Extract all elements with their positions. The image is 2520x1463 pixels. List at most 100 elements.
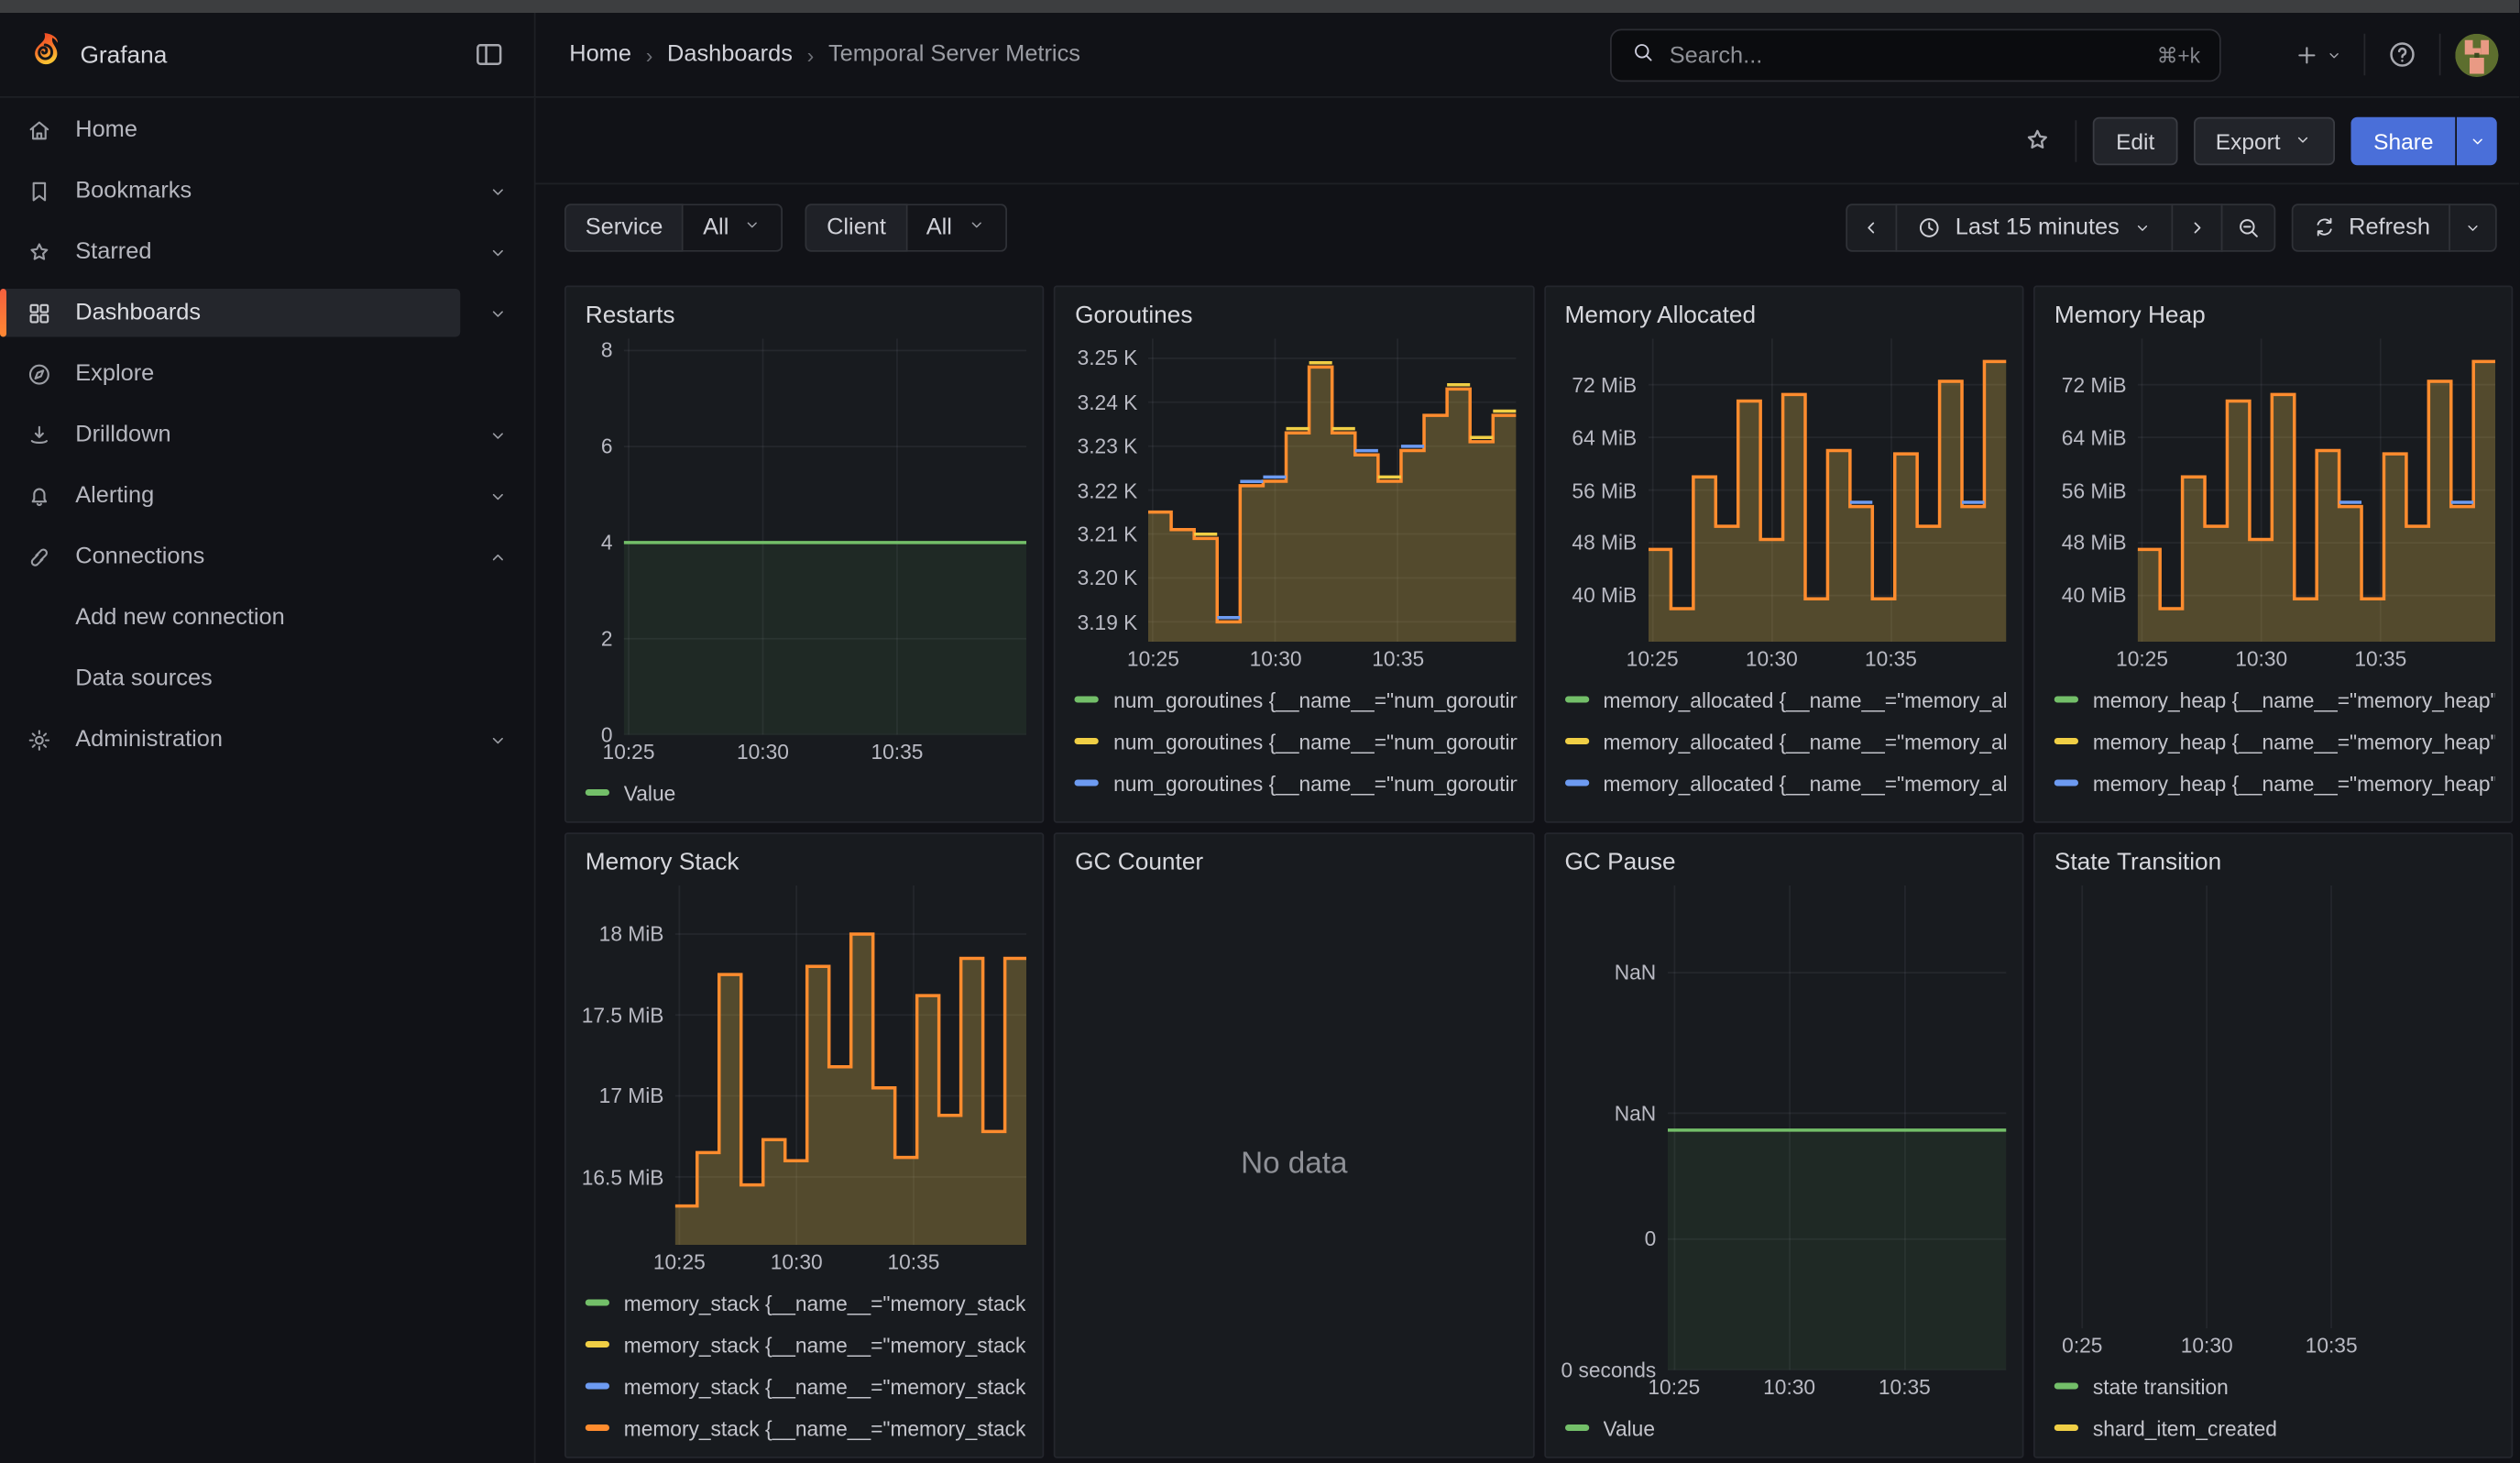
chevron-down-icon [967, 214, 986, 240]
sidebar-item-add-new-connection[interactable]: Add new connection [0, 594, 534, 643]
sidebar-item-home[interactable]: Home [0, 106, 534, 155]
sidebar-item-explore[interactable]: Explore [0, 350, 534, 399]
chevron-down-icon[interactable] [460, 181, 534, 202]
legend-label[interactable]: memory_heap {__name__="memory_heap" [2093, 812, 2496, 813]
chevron-down-icon[interactable] [460, 485, 534, 506]
filter-service: ServiceAll [564, 203, 783, 251]
plot-area[interactable]: 10:2510:3010:35 [1667, 886, 2006, 1399]
share-button[interactable]: Share [2351, 116, 2456, 165]
sidebar-toggle-button[interactable] [466, 32, 511, 77]
sidebar-item-data-sources[interactable]: Data sources [0, 654, 534, 703]
chevron-up-icon[interactable] [460, 546, 534, 567]
filter-value-dropdown[interactable]: All [684, 203, 783, 251]
y-tick-label: NaN [1615, 961, 1657, 984]
panel-chart[interactable]: 72 MiB64 MiB56 MiB48 MiB40 MiB10:2510:30… [1561, 338, 2006, 670]
compass-icon [26, 360, 53, 388]
legend-label[interactable]: state transition [2093, 1374, 2496, 1398]
panel-title[interactable]: State Transition [2051, 845, 2495, 879]
chevron-down-icon[interactable] [460, 424, 534, 446]
legend-label[interactable]: memory_allocated {__name__="memory_alloc… [1603, 771, 2006, 795]
chevron-down-icon[interactable] [460, 729, 534, 750]
legend-swatch [2054, 696, 2078, 703]
panel-title[interactable]: GC Pause [1561, 845, 2006, 879]
legend-label[interactable]: num_goroutines {__name__="num_goroutines… [1113, 771, 1517, 795]
plot-area[interactable]: 10:2510:3010:35 [2138, 338, 2496, 670]
panel-title[interactable]: Goroutines [1072, 299, 1517, 333]
help-button[interactable] [2381, 32, 2426, 77]
y-tick-label: 64 MiB [2062, 425, 2127, 449]
plot-area[interactable]: 10:2510:3010:35 [1648, 338, 2006, 670]
panel-chart[interactable]: 3.25 K3.24 K3.23 K3.22 K3.21 K3.20 K3.19… [1072, 338, 1517, 670]
panel-chart[interactable]: 18 MiB17.5 MiB17 MiB16.5 MiB10:2510:3010… [582, 886, 1026, 1274]
legend-label[interactable]: shard_item_created [2093, 1415, 2496, 1439]
panel-chart[interactable]: 0:2510:3010:35 [2051, 886, 2495, 1358]
star-icon [26, 238, 53, 266]
refresh-button[interactable]: Refresh [2291, 203, 2451, 251]
add-new-button[interactable] [2287, 35, 2350, 75]
sidebar-item-connections[interactable]: Connections [0, 533, 534, 581]
filter-value-dropdown[interactable]: All [907, 203, 1007, 251]
sidebar-item-alerting[interactable]: Alerting [0, 472, 534, 521]
zoom-out-button[interactable] [2220, 203, 2275, 251]
plot-area[interactable]: 0:2510:3010:35 [2051, 886, 2495, 1358]
divider [2364, 34, 2366, 76]
refresh-interval-dropdown[interactable] [2449, 203, 2498, 251]
chevron-down-icon[interactable] [460, 302, 534, 324]
time-range-picker[interactable]: Last 15 minutes [1896, 203, 2173, 251]
panel-title[interactable]: Restarts [582, 299, 1026, 333]
filter-client: ClientAll [805, 203, 1006, 251]
time-range-forward-button[interactable] [2171, 203, 2222, 251]
y-axis: NaNNaN00 seconds [1561, 886, 1668, 1399]
panel-title[interactable]: Memory Allocated [1561, 299, 2006, 333]
legend-label[interactable]: Value [624, 780, 1027, 804]
export-button[interactable]: Export [2193, 116, 2335, 165]
sidebar-item-administration[interactable]: Administration [0, 716, 534, 764]
legend-label[interactable]: num_goroutines {__name__="num_goroutines… [1113, 729, 1517, 753]
panel-chart[interactable]: NaNNaN00 seconds10:2510:3010:35 [1561, 886, 2006, 1399]
legend-label[interactable]: memory_heap {__name__="memory_heap" [2093, 729, 2496, 753]
panel-title[interactable]: GC Counter [1072, 845, 1517, 879]
time-range-back-button[interactable] [1846, 203, 1898, 251]
sidebar-item-bookmarks[interactable]: Bookmarks [0, 167, 534, 215]
legend-label[interactable]: memory_stack {__name__="memory_stack" [624, 1332, 1027, 1356]
legend-label[interactable]: memory_allocated {__name__="memory_alloc… [1603, 688, 2006, 711]
favorite-star-button[interactable] [2017, 119, 2060, 162]
panel-chart[interactable]: 72 MiB64 MiB56 MiB48 MiB40 MiB10:2510:30… [2051, 338, 2495, 670]
legend-label[interactable]: memory_allocated {__name__="memory_alloc… [1603, 729, 2006, 753]
panel-chart[interactable]: 8642010:2510:3010:35 [582, 338, 1026, 764]
legend-label[interactable]: memory_stack {__name__="memory_stack" [624, 1291, 1027, 1314]
edit-button[interactable]: Edit [2094, 116, 2177, 165]
search-input[interactable]: Search... ⌘+k [1610, 29, 2221, 82]
legend-label[interactable]: num_goroutines {__name__="num_goroutines… [1113, 688, 1517, 711]
x-tick-label: 10:30 [1763, 1375, 1815, 1399]
legend-label[interactable]: memory_heap {__name__="memory_heap" [2093, 688, 2496, 711]
sidebar-item-dashboards[interactable]: Dashboards [0, 289, 534, 337]
legend-label[interactable]: memory_stack {__name__="memory_stack" [624, 1415, 1027, 1439]
y-tick-label: 3.24 K [1078, 390, 1138, 414]
y-tick-label: 3.22 K [1078, 478, 1138, 502]
share-menu-button[interactable] [2458, 116, 2498, 165]
x-tick-label: 10:30 [2235, 646, 2287, 670]
sidebar-item-label: Bookmarks [75, 178, 192, 204]
panel-title[interactable]: Memory Stack [582, 845, 1026, 879]
sidebar-item-starred[interactable]: Starred [0, 228, 534, 277]
sidebar-item-label: Home [75, 117, 137, 143]
panel-title[interactable]: Memory Heap [2051, 299, 2495, 333]
legend-label[interactable]: memory_allocated {__name__="memory_alloc… [1603, 812, 2006, 813]
search-icon [1631, 39, 1655, 72]
avatar[interactable] [2456, 33, 2499, 76]
legend-label[interactable]: Value [1603, 1415, 2006, 1439]
plot-area[interactable]: 10:2510:3010:35 [1149, 338, 1517, 670]
plot-area[interactable]: 10:2510:3010:35 [624, 338, 1027, 764]
legend-label[interactable]: num_goroutines {__name__="num_goroutines… [1113, 812, 1517, 813]
legend-label[interactable]: memory_stack {__name__="memory_stack" [624, 1374, 1027, 1398]
chevron-down-icon[interactable] [460, 241, 534, 262]
sidebar: Home Bookmarks Starred Dashboards Explore Dri… [0, 98, 536, 1463]
sidebar-item-drilldown[interactable]: Drilldown [0, 411, 534, 459]
breadcrumb-item: Temporal Server Metrics [828, 42, 1080, 68]
legend-label[interactable]: memory_heap {__name__="memory_heap" [2093, 771, 2496, 795]
plot-area[interactable]: 10:2510:3010:35 [675, 886, 1027, 1274]
breadcrumb-item[interactable]: Home [569, 42, 631, 68]
grafana-home-button[interactable]: Grafana [24, 30, 167, 79]
breadcrumb-item[interactable]: Dashboards [667, 42, 793, 68]
